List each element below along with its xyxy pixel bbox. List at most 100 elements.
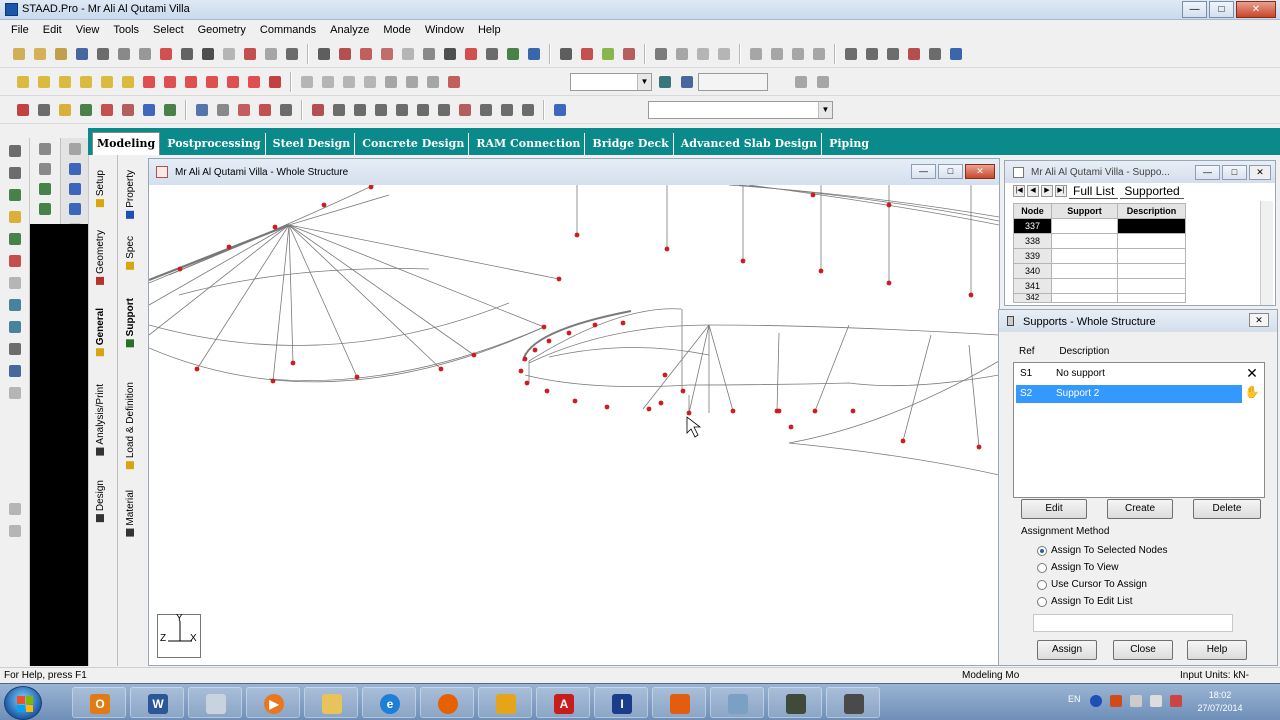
select-cursor-icon[interactable] <box>6 142 24 160</box>
add-node-icon[interactable] <box>36 180 54 198</box>
view-left-icon[interactable] <box>56 73 74 91</box>
window-icon[interactable] <box>315 45 333 63</box>
tab-general[interactable]: General <box>95 308 106 357</box>
minimize-button[interactable]: — <box>1182 1 1207 18</box>
plate-icon[interactable] <box>378 45 396 63</box>
page-icon[interactable] <box>694 45 712 63</box>
surface-tool-icon[interactable] <box>119 101 137 119</box>
taskbar-outlook[interactable]: O <box>72 687 126 718</box>
rotate-icon[interactable] <box>420 45 438 63</box>
cut-icon[interactable] <box>115 45 133 63</box>
language-indicator[interactable]: EN <box>1068 694 1081 704</box>
tab-ram-connection[interactable]: RAM Connection <box>472 133 586 155</box>
assign-to-view-radio[interactable]: Assign To View <box>1037 562 1118 573</box>
isometric-icon[interactable] <box>266 73 284 91</box>
copy-icon[interactable] <box>136 45 154 63</box>
description-cell[interactable] <box>1117 233 1186 249</box>
zoom-extents-icon[interactable] <box>393 101 411 119</box>
arc-icon[interactable] <box>652 45 670 63</box>
select-physical-icon[interactable] <box>445 73 463 91</box>
select-plate-icon[interactable] <box>340 73 358 91</box>
list-item[interactable]: S2 Support 2 <box>1016 385 1242 403</box>
rotate-down-icon[interactable] <box>161 73 179 91</box>
print-icon[interactable] <box>94 45 112 63</box>
group-icon[interactable] <box>6 500 24 518</box>
move-down-icon[interactable] <box>814 73 832 91</box>
tab-load-definition[interactable]: Load & Definition <box>125 382 136 470</box>
next-page-icon[interactable]: ▶ <box>1041 185 1053 197</box>
description-cell[interactable] <box>1117 293 1186 303</box>
viewer-icon[interactable] <box>656 73 674 91</box>
support-cell[interactable] <box>1051 278 1118 294</box>
pointer-tool-icon[interactable] <box>283 45 301 63</box>
snap-icon[interactable] <box>241 45 259 63</box>
beam-icon[interactable] <box>357 45 375 63</box>
plate-table-icon[interactable] <box>6 362 24 380</box>
magnify-icon[interactable] <box>498 101 516 119</box>
view-bottom-icon[interactable] <box>119 73 137 91</box>
support-cell[interactable] <box>1051 233 1118 249</box>
translational-repeat-icon[interactable] <box>193 101 211 119</box>
support-cell[interactable] <box>1051 293 1118 303</box>
node-cell[interactable]: 338 <box>1013 233 1052 249</box>
node-table-icon[interactable] <box>6 318 24 336</box>
table-row[interactable]: 341 <box>1013 278 1186 294</box>
query-icon[interactable] <box>483 45 501 63</box>
new-file-icon[interactable] <box>10 45 28 63</box>
assign-cursor-icon[interactable]: ✋ <box>1242 385 1262 403</box>
tab-analysis-print[interactable]: Analysis/Print <box>95 384 106 456</box>
move-up-icon[interactable] <box>792 73 810 91</box>
select-node-icon[interactable] <box>298 73 316 91</box>
report-icon[interactable] <box>715 45 733 63</box>
tray-app-icon[interactable] <box>1110 695 1122 707</box>
rotate-up-icon[interactable] <box>140 73 158 91</box>
tab-postprocessing[interactable]: Postprocessing <box>163 133 266 155</box>
open-file-icon[interactable] <box>31 45 49 63</box>
close-dialog-button[interactable]: Close <box>1113 640 1173 660</box>
grid-icon[interactable] <box>262 45 280 63</box>
node-cell[interactable]: 337 <box>1013 218 1052 234</box>
description-cell[interactable] <box>1117 263 1186 279</box>
measure-icon[interactable] <box>462 45 480 63</box>
tab-geometry[interactable]: Geometry <box>95 230 106 285</box>
solid-tool-icon[interactable] <box>77 101 95 119</box>
rotate-tool-icon[interactable] <box>256 101 274 119</box>
delete-button[interactable]: Delete <box>1193 499 1261 519</box>
view-front-icon[interactable] <box>14 73 32 91</box>
section-icon[interactable] <box>66 140 84 158</box>
taskbar-app[interactable] <box>826 687 880 718</box>
paste-icon[interactable] <box>220 45 238 63</box>
vertical-scrollbar[interactable] <box>1260 201 1273 305</box>
select-surface-icon[interactable] <box>382 73 400 91</box>
menu-window[interactable]: Window <box>418 20 471 40</box>
taskbar-folder[interactable] <box>304 687 358 718</box>
table-row[interactable]: 342 <box>1013 293 1186 303</box>
support-cell[interactable] <box>1051 263 1118 279</box>
taskbar-explorer[interactable] <box>188 687 242 718</box>
rotate-left-icon[interactable] <box>182 73 200 91</box>
support-cell[interactable] <box>1051 218 1118 234</box>
load-case-dropdown[interactable]: ▼ <box>648 101 833 119</box>
node-cell[interactable]: 341 <box>1013 278 1052 294</box>
spin-right-icon[interactable] <box>245 73 263 91</box>
prev-page-icon[interactable]: ◀ <box>1027 185 1039 197</box>
redo-icon[interactable] <box>199 45 217 63</box>
tab-full-list[interactable]: Full List <box>1069 184 1119 199</box>
move-tool-icon[interactable] <box>277 101 295 119</box>
description-cell[interactable] <box>1117 218 1186 234</box>
geometry-cursor-icon[interactable] <box>6 274 24 292</box>
taskbar-app[interactable] <box>710 687 764 718</box>
close-button[interactable]: ✕ <box>1249 313 1269 327</box>
options-icon[interactable] <box>678 73 696 91</box>
assign-edit-list-radio[interactable]: Assign To Edit List <box>1037 596 1133 607</box>
view-back-icon[interactable] <box>35 73 53 91</box>
grid-tool-icon[interactable] <box>161 101 179 119</box>
support-cell[interactable] <box>1051 248 1118 264</box>
minimize-button[interactable]: — <box>911 164 936 179</box>
minimize-button[interactable]: — <box>1195 165 1220 180</box>
solid-table-icon[interactable] <box>6 384 24 402</box>
view-right-icon[interactable] <box>77 73 95 91</box>
table-row[interactable]: 339 <box>1013 248 1186 264</box>
add-plate-icon[interactable] <box>36 160 54 178</box>
volume-icon[interactable] <box>1150 695 1162 707</box>
